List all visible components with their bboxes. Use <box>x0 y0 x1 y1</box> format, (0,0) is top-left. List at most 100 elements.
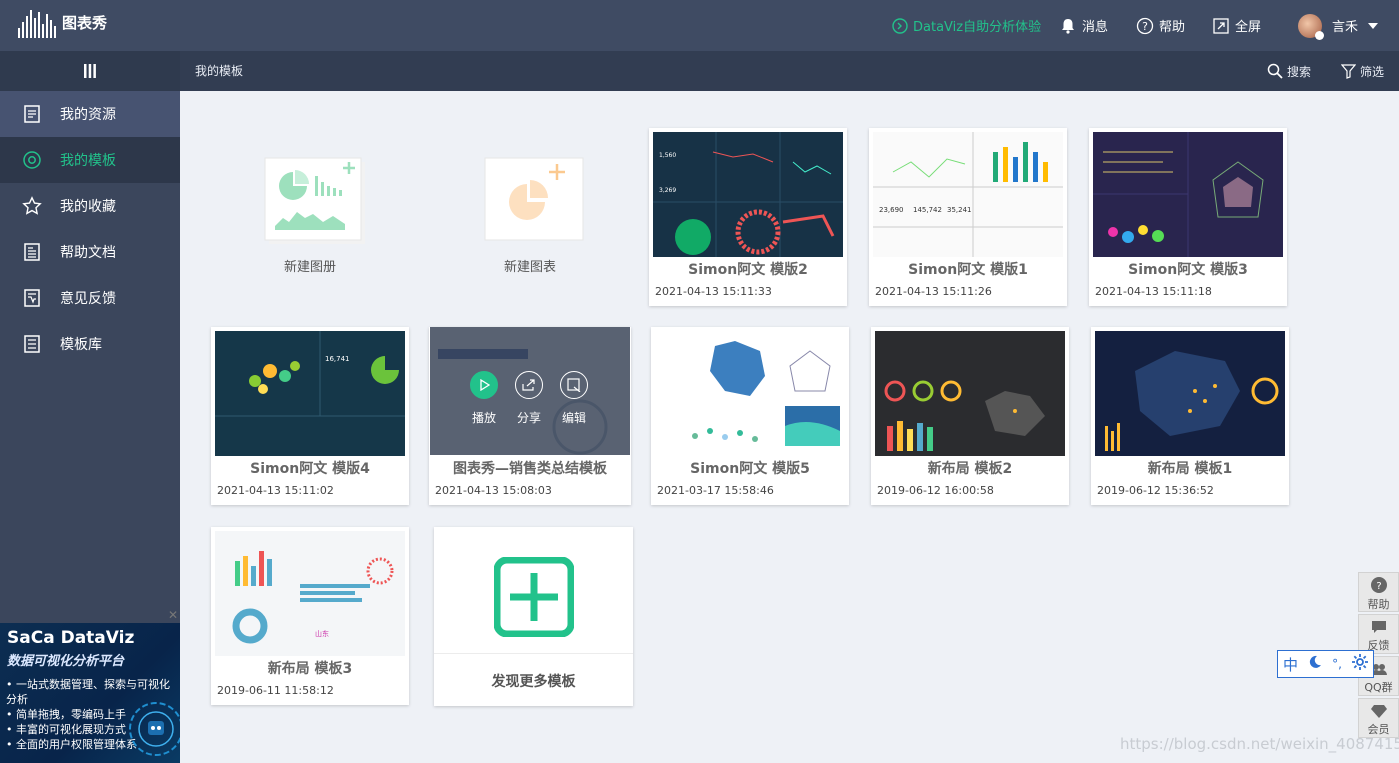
plus-square-icon <box>494 557 574 637</box>
edit-label: 编辑 <box>562 411 587 425</box>
dataviz-link[interactable]: DataViz自助分析体验 <box>892 0 1041 51</box>
svg-text:16,741: 16,741 <box>325 355 350 363</box>
sub-bar: 我的模板 搜索 筛选 <box>0 51 1399 91</box>
ad-close-button[interactable]: ✕ <box>168 608 178 622</box>
messages-label: 消息 <box>1082 20 1109 35</box>
ime-toolbar[interactable]: 中 °, <box>1277 650 1374 678</box>
sidebar-item-help-docs[interactable]: 帮助文档 <box>0 229 180 275</box>
sidebar-item-my-resources[interactable]: 我的资源 <box>0 91 180 137</box>
document-icon <box>22 104 42 124</box>
template-card[interactable]: 16,741 Simon阿文 模版4 2021-04-13 15:11:02 <box>211 327 409 505</box>
template-thumbnail <box>655 331 845 456</box>
template-thumbnail: 1,560 3,269 <box>653 132 843 257</box>
search-label: 搜索 <box>1287 64 1312 79</box>
app-logo[interactable]: 图表秀 <box>18 8 107 38</box>
arrow-circle-icon <box>892 17 908 34</box>
template-thumbnail: 16,741 <box>215 331 405 456</box>
sidebar-item-label: 意见反馈 <box>60 291 116 307</box>
svg-text:?: ? <box>1142 20 1148 33</box>
dataviz-link-label: DataViz自助分析体验 <box>913 20 1042 35</box>
help-label: 帮助 <box>1159 20 1186 35</box>
doc-list-icon <box>22 242 42 262</box>
robot-icon <box>129 702 180 756</box>
sidebar-toggle-button[interactable] <box>0 51 180 91</box>
discover-label: 发现更多模板 <box>491 674 576 690</box>
target-icon <box>22 150 42 170</box>
svg-text:?: ? <box>1376 581 1381 592</box>
filter-icon <box>1341 63 1356 79</box>
fullscreen-button[interactable]: 全屏 <box>1212 0 1261 51</box>
play-button[interactable] <box>470 371 498 399</box>
template-title: Simon阿文 模版5 <box>690 461 810 477</box>
fullscreen-icon <box>1212 17 1230 35</box>
discover-more-templates[interactable]: 发现更多模板 <box>434 527 633 706</box>
search-button[interactable]: 搜索 <box>1267 51 1311 91</box>
template-card[interactable]: 新布局 模板1 2019-06-12 15:36:52 <box>1091 327 1289 505</box>
sidebar-item-feedback[interactable]: 意见反馈 <box>0 275 180 321</box>
template-title: 新布局 模板3 <box>267 661 353 677</box>
sidebar-item-label: 帮助文档 <box>60 245 116 261</box>
ad-subtitle: 数据可视化分析平台 <box>7 654 125 669</box>
user-menu[interactable]: 言禾 <box>1298 0 1379 51</box>
float-feedback-button[interactable]: 反馈 <box>1358 614 1399 654</box>
sidebar-item-label: 我的模板 <box>60 153 116 169</box>
template-date: 2021-04-13 15:11:18 <box>1095 285 1212 298</box>
avatar <box>1298 13 1324 40</box>
svg-text:1,560: 1,560 <box>659 152 676 159</box>
filter-button[interactable]: 筛选 <box>1341 51 1384 91</box>
ime-lang-toggle[interactable]: 中 <box>1283 654 1298 675</box>
sidebar-item-my-templates[interactable]: 我的模板 <box>0 137 180 183</box>
template-card[interactable]: 23,690 145,742 35,241 Simon阿文 模版1 2021-04-… <box>869 128 1067 306</box>
chat-bubble-icon <box>1371 621 1386 633</box>
template-card[interactable]: Simon阿文 模版3 2021-04-13 15:11:18 <box>1089 128 1287 306</box>
breadcrumb: 我的模板 <box>195 64 244 78</box>
template-card[interactable]: 1,560 3,269 Simon阿文 模版2 2021-04-13 15:11:… <box>649 128 847 306</box>
play-label: 播放 <box>472 411 497 425</box>
template-date: 2019-06-12 16:00:58 <box>877 484 994 497</box>
messages-button[interactable]: 消息 <box>1059 0 1108 51</box>
sidebar-item-my-favorites[interactable]: 我的收藏 <box>0 183 180 229</box>
template-thumbnail: 23,690 145,742 35,241 <box>873 132 1063 257</box>
edit-button[interactable] <box>560 371 588 399</box>
ime-punct-toggle[interactable]: °, <box>1332 657 1342 671</box>
template-title: Simon阿文 模版2 <box>688 262 808 278</box>
template-card[interactable]: 山东 新布局 模板3 2019-06-11 11:58:12 <box>211 527 409 705</box>
template-card-hovered[interactable]: 播放 分享 编辑 图表秀—销售类总结模板 2021-04-13 15:08:03 <box>429 327 631 505</box>
template-thumbnail: 播放 分享 编辑 <box>430 327 630 455</box>
template-thumbnail: 山东 <box>215 531 405 656</box>
svg-text:23,690: 23,690 <box>879 206 904 214</box>
new-chart-button[interactable]: 新建图表 <box>470 150 590 280</box>
columns-icon <box>83 64 97 78</box>
dataviz-ad-banner[interactable]: SaCa DataViz 数据可视化分析平台 • 一站式数据管理、探索与可视化分… <box>0 623 180 763</box>
template-title: 新布局 模板1 <box>1147 461 1233 477</box>
logo-text: 图表秀 <box>62 14 108 32</box>
new-album-button[interactable]: 新建图册 <box>250 150 370 280</box>
fullscreen-label: 全屏 <box>1235 20 1262 35</box>
search-icon <box>1267 63 1283 79</box>
template-date: 2019-06-11 11:58:12 <box>217 684 334 697</box>
gear-icon[interactable] <box>1351 654 1368 674</box>
template-card[interactable]: 新布局 模板2 2019-06-12 16:00:58 <box>871 327 1069 505</box>
moon-icon[interactable] <box>1308 655 1322 673</box>
share-icon <box>522 379 535 391</box>
sidebar-item-label: 我的资源 <box>60 107 116 123</box>
float-member-button[interactable]: 会员 <box>1358 698 1399 738</box>
template-date: 2019-06-12 15:36:52 <box>1097 484 1214 497</box>
diamond-icon <box>1370 705 1387 718</box>
svg-text:山东: 山东 <box>315 629 329 638</box>
template-thumbnail <box>1095 331 1285 456</box>
template-card[interactable]: Simon阿文 模版5 2021-03-17 15:58:46 <box>651 327 849 505</box>
svg-text:3,269: 3,269 <box>659 187 676 194</box>
filter-label: 筛选 <box>1360 64 1385 79</box>
sidebar-item-template-library[interactable]: 模板库 <box>0 321 180 367</box>
float-help-button[interactable]: ? 帮助 <box>1358 572 1399 612</box>
float-help-label: 帮助 <box>1367 598 1390 611</box>
top-bar: 图表秀 DataViz自助分析体验 消息 ? 帮助 全屏 言禾 <box>0 0 1399 51</box>
edit-icon <box>567 378 581 392</box>
template-date: 2021-04-13 15:11:26 <box>875 285 992 298</box>
ad-title: SaCa DataViz <box>7 628 135 648</box>
bell-icon <box>1059 17 1077 35</box>
share-button[interactable] <box>515 371 543 399</box>
help-button[interactable]: ? 帮助 <box>1136 0 1185 51</box>
library-icon <box>22 334 42 354</box>
